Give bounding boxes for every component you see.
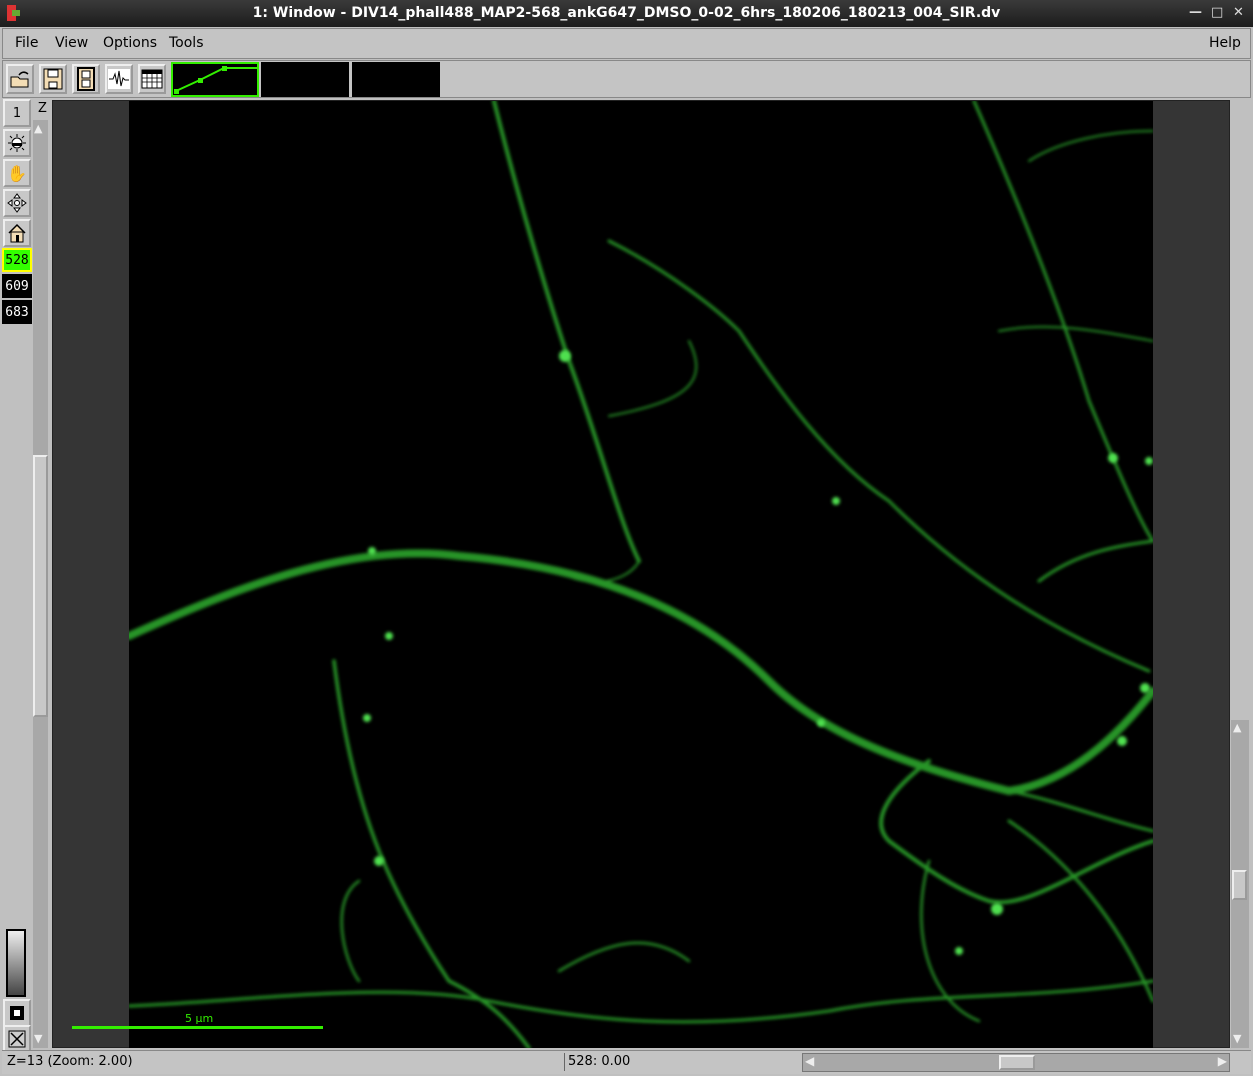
zoom-center-button[interactable] [3, 189, 31, 217]
z-scroll-thumb[interactable] [33, 455, 48, 717]
window-title: 1: Window - DIV14_phall488_MAP2-568_ankG… [252, 5, 1001, 21]
z-scrollbar[interactable]: ▲ ▼ [33, 120, 48, 1048]
vertical-scroll-thumb[interactable] [1232, 870, 1247, 900]
scale-bar [72, 1026, 323, 1029]
menu-options[interactable]: Options [103, 35, 157, 51]
wavelength-683[interactable]: 683 [2, 300, 32, 324]
z-label: Z [38, 101, 47, 116]
pan-button[interactable]: ✋ [3, 159, 31, 187]
hand-icon: ✋ [7, 163, 27, 183]
status-zoom: Z=13 (Zoom: 2.00) [7, 1054, 133, 1069]
z-down-arrow-icon[interactable]: ▼ [34, 1032, 42, 1045]
microscopy-image[interactable] [129, 101, 1153, 1048]
lut-curve-528[interactable] [171, 62, 259, 97]
intensity-scroller[interactable] [6, 929, 26, 997]
z-up-arrow-icon[interactable]: ▲ [34, 122, 42, 135]
waveform-icon [108, 69, 130, 89]
close-button[interactable]: ✕ [1233, 5, 1244, 20]
table-icon [141, 69, 163, 89]
lut-curve-683[interactable] [352, 62, 440, 97]
neuron-image [129, 101, 1153, 1048]
status-bar: Z=13 (Zoom: 2.00) 528: 0.00 ◀ ▶ [2, 1050, 1251, 1074]
menu-help[interactable]: Help [1209, 35, 1241, 51]
save-icon [43, 68, 63, 90]
brightness-icon [8, 134, 26, 152]
scroll-left-arrow-icon[interactable]: ◀ [805, 1054, 814, 1068]
menu-bar: File View Options Tools Help [2, 28, 1251, 59]
scale-bar-label: 5 µm [185, 1012, 214, 1025]
tool-column: 1 ✋ 528 609 683 [2, 99, 32, 1053]
stop-button[interactable] [3, 999, 31, 1027]
fit-button[interactable] [3, 1025, 31, 1053]
contrast-button[interactable] [3, 129, 31, 157]
vertical-scrollbar[interactable]: ▲ ▼ [1231, 720, 1249, 1048]
wavelength-609[interactable]: 609 [2, 274, 32, 298]
home-button[interactable] [3, 219, 31, 247]
scroll-down-arrow-icon[interactable]: ▼ [1233, 1032, 1241, 1045]
menu-tools[interactable]: Tools [169, 35, 204, 51]
title-bar: 1: Window - DIV14_phall488_MAP2-568_ankG… [0, 0, 1253, 27]
movie-button[interactable] [72, 64, 100, 94]
toolbar [2, 60, 1251, 98]
channel-button[interactable]: 1 [3, 99, 31, 127]
zoom-center-icon [7, 193, 27, 213]
lut-curve-609[interactable] [261, 62, 349, 97]
table-button[interactable] [138, 64, 166, 94]
lut-curve-icon [174, 66, 257, 94]
open-icon [10, 71, 29, 88]
scroll-right-arrow-icon[interactable]: ▶ [1218, 1054, 1227, 1068]
minimize-button[interactable]: — [1189, 5, 1202, 20]
save-button[interactable] [39, 64, 67, 94]
menu-view[interactable]: View [55, 35, 88, 51]
home-icon [8, 223, 26, 243]
status-value: 528: 0.00 [568, 1054, 631, 1069]
horizontal-scroll-thumb[interactable] [999, 1055, 1035, 1070]
stop-icon [10, 1006, 24, 1020]
maximize-button[interactable]: □ [1211, 5, 1223, 20]
horizontal-scrollbar[interactable]: ◀ ▶ [802, 1053, 1230, 1072]
open-button[interactable] [6, 64, 34, 94]
wavelength-528[interactable]: 528 [2, 248, 32, 272]
fit-window-icon [8, 1030, 26, 1048]
waveform-button[interactable] [105, 64, 133, 94]
menu-file[interactable]: File [15, 35, 38, 51]
movie-icon [77, 67, 95, 91]
scroll-up-arrow-icon[interactable]: ▲ [1233, 721, 1241, 734]
